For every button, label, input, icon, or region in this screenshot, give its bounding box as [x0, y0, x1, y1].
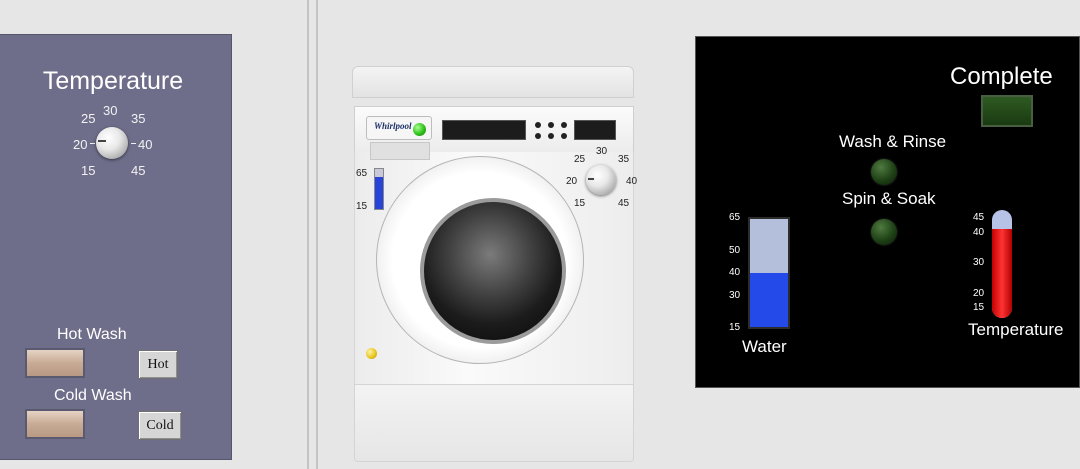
- wash-rinse-indicator: [871, 159, 897, 185]
- temperature-title: Temperature: [42, 67, 184, 95]
- washer-knob-tick-45: 45: [618, 198, 630, 209]
- washer-knob-tick-25: 25: [574, 154, 586, 165]
- knob-tick-20: 20: [73, 137, 88, 152]
- thermo-tick-30: 30: [973, 257, 985, 268]
- thermo-tick-40: 40: [973, 227, 985, 238]
- spin-soak-indicator: [871, 219, 897, 245]
- washer-knob-pointer: [588, 178, 594, 180]
- washer-power-light: [413, 123, 426, 136]
- washer-brand-logo: Whirlpool: [374, 121, 412, 131]
- status-panel: Complete Wash & Rinse Spin & Soak 65 50 …: [695, 36, 1080, 388]
- washer-knob-tick-40: 40: [626, 176, 638, 187]
- knob-tick-40: 40: [138, 137, 153, 152]
- thermometer-fill: [992, 228, 1012, 318]
- washer-display: [442, 120, 526, 140]
- washer-level-tick-65: 65: [356, 168, 368, 179]
- washer-knob-tick-30: 30: [596, 146, 608, 157]
- washer-level-fill: [375, 177, 383, 209]
- water-tick-30: 30: [729, 290, 741, 301]
- water-label: Water: [742, 337, 787, 356]
- washer-indicator-light: [366, 348, 377, 359]
- knob-tick-45: 45: [131, 163, 146, 178]
- detergent-tray: [370, 142, 430, 160]
- console-button: [535, 122, 541, 128]
- water-tick-50: 50: [729, 245, 741, 256]
- washer-display-small: [574, 120, 616, 140]
- washer-level-gauge: [374, 168, 384, 210]
- knob-tickmark: [90, 143, 95, 144]
- knob-tick-35: 35: [131, 111, 146, 126]
- water-tick-40: 40: [729, 267, 741, 278]
- water-level-fill: [750, 273, 788, 327]
- water-tick-15: 15: [729, 322, 741, 333]
- console-button: [561, 133, 567, 139]
- knob-tick-25: 25: [81, 111, 96, 126]
- thermo-tick-15: 15: [973, 302, 985, 313]
- washer-knob-tick-20: 20: [566, 176, 578, 187]
- washer-level-tick-15: 15: [356, 201, 368, 212]
- temperature-thermometer: [992, 210, 1012, 318]
- knob-pointer: [98, 140, 106, 142]
- wash-rinse-label: Wash & Rinse: [839, 132, 947, 151]
- hot-wash-indicator: [25, 348, 85, 378]
- thermo-tick-45: 45: [973, 212, 985, 223]
- washer-top: [352, 66, 634, 98]
- console-button: [548, 122, 554, 128]
- knob-tick-15: 15: [81, 163, 96, 178]
- temperature-control-panel: Temperature 30 25 35 20 40 15 45 Hot Was…: [0, 34, 232, 460]
- water-tick-65: 65: [729, 212, 741, 223]
- pane-divider-right: [316, 0, 318, 469]
- complete-label: Complete: [950, 63, 1053, 90]
- washer-door-glass: [420, 198, 566, 344]
- knob-tick-30: 30: [103, 103, 118, 118]
- cold-wash-indicator: [25, 409, 85, 439]
- temperature-knob[interactable]: [96, 127, 128, 159]
- console-button: [535, 133, 541, 139]
- cold-wash-label: Cold Wash: [54, 387, 132, 404]
- pane-divider-left: [307, 0, 309, 469]
- hot-button[interactable]: Hot: [138, 350, 178, 379]
- washer-knob-tick-35: 35: [618, 154, 630, 165]
- washer-temperature-knob: [586, 165, 616, 195]
- complete-indicator: [981, 95, 1033, 127]
- console-button: [548, 133, 554, 139]
- water-level-tank: [748, 217, 790, 329]
- washer-knob-tick-15: 15: [574, 198, 586, 209]
- cold-button[interactable]: Cold: [138, 411, 182, 440]
- washer-base: [354, 384, 634, 462]
- console-button: [561, 122, 567, 128]
- spin-soak-label: Spin & Soak: [842, 189, 936, 208]
- washing-machine: Whirlpool 65 15 30 25 35 20 40 15 45: [352, 64, 638, 462]
- hot-wash-label: Hot Wash: [57, 326, 127, 343]
- thermo-tick-20: 20: [973, 288, 985, 299]
- temperature-gauge-label: Temperature: [968, 320, 1064, 339]
- knob-tickmark: [131, 143, 136, 144]
